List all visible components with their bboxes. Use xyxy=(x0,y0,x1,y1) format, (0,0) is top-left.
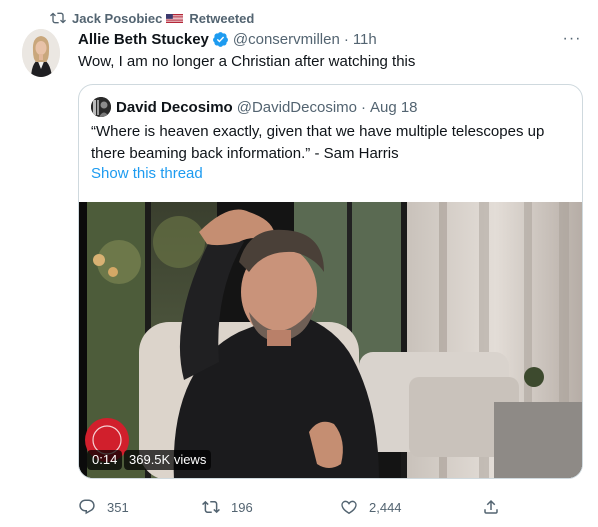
tweet-header: Allie Beth Stuckey @conservmillen · 11h xyxy=(78,29,584,49)
verified-badge-icon xyxy=(212,31,228,47)
video-duration: 0:14 xyxy=(87,450,123,470)
quoted-tweet-date[interactable]: Aug 18 xyxy=(370,99,418,116)
retweet-count: 196 xyxy=(231,499,253,515)
header-separator: · xyxy=(343,30,349,48)
retweeted-label: Retweeted xyxy=(189,10,255,26)
retweeter-name[interactable]: Jack Posobiec xyxy=(72,11,184,26)
us-flag-icon xyxy=(166,13,184,23)
retweet-button[interactable]: 196 xyxy=(202,495,253,519)
author-avatar[interactable] xyxy=(22,29,60,77)
reply-icon xyxy=(79,499,95,515)
share-button[interactable] xyxy=(482,495,500,519)
avatar-image xyxy=(22,29,60,77)
quoted-tweet[interactable]: David Decosimo @DavidDecosimo · Aug 18 “… xyxy=(78,84,583,479)
tweet-time[interactable]: 11h xyxy=(353,31,377,48)
retweet-header: Jack Posobiec Retweeted xyxy=(50,8,254,28)
video-view-count: 369.5K views xyxy=(124,450,212,470)
video-frame xyxy=(79,202,582,478)
like-button[interactable]: 2,444 xyxy=(340,495,402,519)
like-count: 2,444 xyxy=(369,499,402,515)
quoted-tweet-text: “Where is heaven exactly, given that we … xyxy=(91,123,545,162)
retweet-icon xyxy=(50,12,66,24)
tweet-actions: 351 196 2,444 xyxy=(78,495,508,519)
quoted-tweet-header: David Decosimo @DavidDecosimo · Aug 18 xyxy=(91,97,418,117)
author-handle[interactable]: @conservmillen xyxy=(233,31,340,48)
quoted-header-separator: · xyxy=(360,98,366,116)
retweet-action-icon xyxy=(202,500,220,514)
quoted-author-avatar xyxy=(91,97,111,117)
tweet[interactable]: Jack Posobiec Retweeted Allie Beth Stuck… xyxy=(0,0,598,527)
quoted-author-name[interactable]: David Decosimo xyxy=(116,99,233,116)
reply-count: 351 xyxy=(107,499,129,515)
share-icon xyxy=(484,499,498,514)
reply-button[interactable]: 351 xyxy=(78,495,129,519)
author-name[interactable]: Allie Beth Stuckey xyxy=(78,31,209,48)
quoted-author-handle[interactable]: @DavidDecosimo xyxy=(237,99,357,116)
more-options-icon[interactable]: ··· xyxy=(562,30,582,48)
heart-icon xyxy=(341,500,357,515)
tweet-text: Wow, I am no longer a Christian after wa… xyxy=(78,53,416,70)
quoted-avatar-image xyxy=(91,97,111,117)
retweeter-label[interactable]: Jack Posobiec xyxy=(72,11,162,26)
show-thread-link[interactable]: Show this thread xyxy=(91,165,203,182)
video-player[interactable]: 0:14 369.5K views xyxy=(79,202,582,478)
